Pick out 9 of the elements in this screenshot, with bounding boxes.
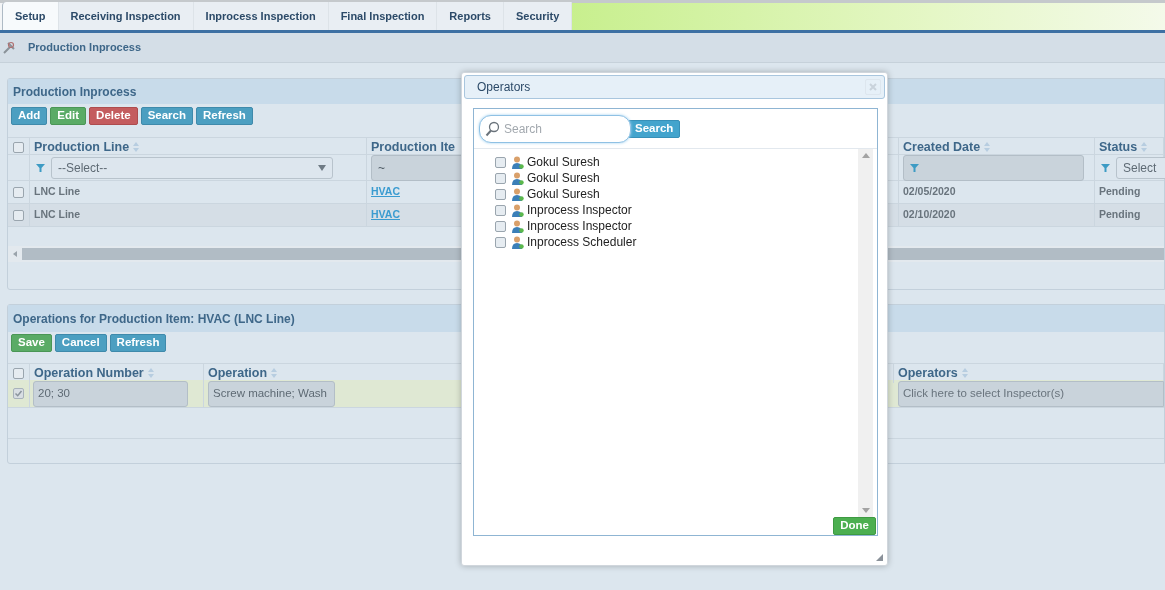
table-cell: Pending bbox=[1099, 207, 1141, 223]
panel-title: Operations for Production Item: HVAC (LNC Line) bbox=[13, 310, 295, 328]
table-cell: LNC Line bbox=[34, 207, 81, 223]
table-cell: 02/05/2020 bbox=[903, 184, 956, 200]
table-cell: 02/10/2020 bbox=[903, 207, 956, 223]
dialog-title: Operators bbox=[477, 79, 531, 96]
table-cell: LNC Line bbox=[34, 184, 81, 200]
table-cell: Pending bbox=[1099, 184, 1141, 200]
panel-title: Production Inprocess bbox=[13, 83, 137, 101]
